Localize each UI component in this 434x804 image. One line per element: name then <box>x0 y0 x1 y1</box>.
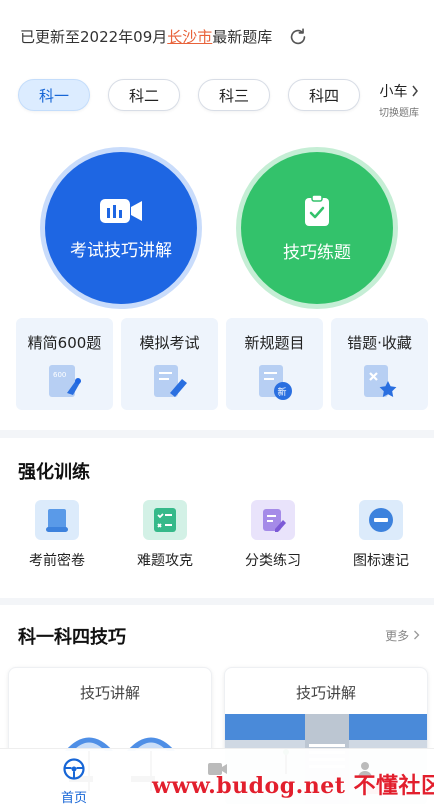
training-label: 分类练习 <box>245 553 301 569</box>
training-item-hard[interactable]: 难题攻克 <box>122 500 208 570</box>
exam-tips-button[interactable]: 考试技巧讲解 <box>45 152 197 304</box>
card-new-rules[interactable]: 新规题目 新 <box>226 318 323 410</box>
training-label: 难题攻克 <box>137 553 193 569</box>
checklist-icon <box>154 508 176 532</box>
clipboard-check-icon <box>305 193 329 226</box>
new-doc-icon: 新 <box>258 365 292 400</box>
card-mock-exam[interactable]: 模拟考试 <box>121 318 218 410</box>
card-title: 精简600题 <box>27 334 102 352</box>
scroll-icon <box>46 509 68 532</box>
rocket-doc-icon: 600 <box>48 365 81 397</box>
feature-cards: 精简600题 600 模拟考试 新规题目 新 错题·收藏 <box>16 318 428 410</box>
training-label: 考前密卷 <box>29 553 85 569</box>
more-label: 更多 <box>385 629 410 643</box>
exam-pencil-icon <box>153 365 187 397</box>
practice-tips-label: 技巧练题 <box>283 242 351 263</box>
update-prefix: 已更新至2022年09月 <box>20 28 168 46</box>
steering-wheel-icon <box>63 758 85 780</box>
tab-subject-3[interactable]: 科三 <box>198 79 270 111</box>
wrong-star-icon <box>363 365 396 397</box>
training-item-pre-exam[interactable]: 考前密卷 <box>14 500 100 570</box>
city-link[interactable]: 长沙市 <box>167 26 212 47</box>
minus-circle-icon <box>369 508 393 532</box>
training-item-signs[interactable]: 图标速记 <box>338 500 424 570</box>
vehicle-label: 小车 <box>379 84 408 100</box>
practice-tips-button[interactable]: 技巧练题 <box>241 152 393 304</box>
top-panel: 已更新至2022年09月 长沙市 最新题库 科一 科二 科三 科四 小车 切换题库 … <box>0 0 434 430</box>
training-label: 图标速记 <box>353 553 409 569</box>
vehicle-switch[interactable]: 小车 切换题库 <box>372 81 426 119</box>
nav-home[interactable]: 首页 <box>56 757 92 804</box>
card-title: 新规题目 <box>244 334 305 352</box>
watermark: www.budog.net 不懂社区 <box>152 773 434 799</box>
vehicle-sub: 切换题库 <box>379 108 419 119</box>
chevron-right-icon <box>414 630 420 640</box>
edit-doc-icon <box>263 509 286 532</box>
subject-tabs: 科一 科二 科三 科四 <box>18 79 360 111</box>
svg-text:600: 600 <box>53 371 66 379</box>
refresh-icon[interactable] <box>287 26 309 48</box>
card-wrong-favorites[interactable]: 错题·收藏 <box>331 318 428 410</box>
training-title: 强化训练 <box>18 462 90 483</box>
tip-card-title: 技巧讲解 <box>295 684 356 702</box>
chevron-right-icon <box>411 85 418 97</box>
update-suffix: 最新题库 <box>212 28 273 46</box>
more-link[interactable]: 更多 <box>385 627 420 644</box>
tab-subject-2[interactable]: 科二 <box>108 79 180 111</box>
nav-home-label: 首页 <box>60 791 87 804</box>
card-title: 模拟考试 <box>139 334 200 352</box>
video-camera-icon <box>100 198 142 223</box>
training-item-category[interactable]: 分类练习 <box>230 500 316 570</box>
training-section: 强化训练 考前密卷 难题攻克 分类练习 图标速记 <box>0 438 434 598</box>
tab-subject-4[interactable]: 科四 <box>288 79 360 111</box>
tab-subject-1[interactable]: 科一 <box>18 79 90 111</box>
card-simplified-600[interactable]: 精简600题 600 <box>16 318 113 410</box>
svg-text:新: 新 <box>277 386 286 398</box>
exam-tips-label: 考试技巧讲解 <box>70 240 172 261</box>
update-notice: 已更新至2022年09月 长沙市 最新题库 <box>20 26 272 47</box>
tips-title: 科一科四技巧 <box>18 627 126 648</box>
card-title: 错题·收藏 <box>347 334 412 352</box>
tip-card-title: 技巧讲解 <box>79 684 140 702</box>
